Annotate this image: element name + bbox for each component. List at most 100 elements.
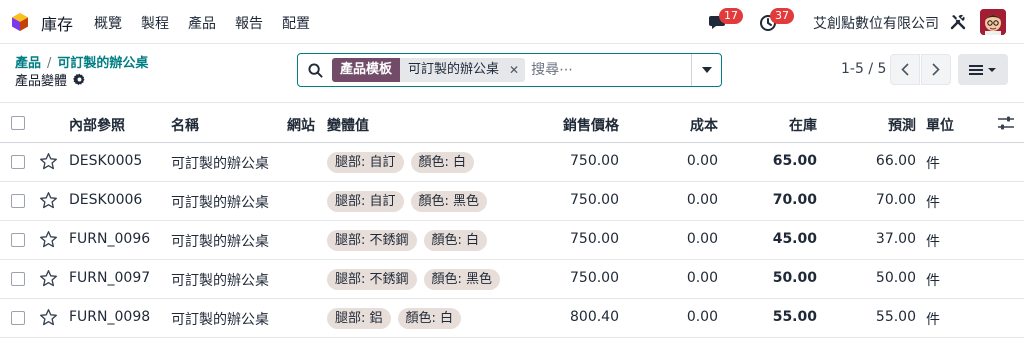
favorite-star-icon[interactable] (39, 269, 58, 288)
app-name[interactable]: 庫存 (41, 11, 73, 35)
row-select-checkbox[interactable] (11, 311, 25, 325)
column-header-on-hand[interactable]: 在庫 (789, 115, 817, 135)
variant-value-tag: 顏色: 白 (423, 230, 488, 251)
activities-count-badge: 37 (770, 8, 794, 24)
cell-internal-ref: DESK0006 (69, 192, 143, 208)
cell-forecast[interactable]: 50.00 (876, 270, 916, 286)
cell-on-hand[interactable]: 50.00 (773, 270, 817, 286)
breadcrumb-current-link[interactable]: 可訂製的辦公桌 (57, 56, 148, 71)
top-navbar: 庫存 概覽 製程 產品 報告 配置 17 37 艾創點數位有限公司 (0, 0, 1024, 44)
variant-values: 腿部: 不銹鋼 顏色: 白 (327, 230, 488, 251)
menu-item-operations[interactable]: 製程 (141, 13, 169, 33)
menu-item-products[interactable]: 產品 (188, 13, 216, 33)
cell-sales-price: 800.40 (570, 309, 619, 325)
product-variant-list: 內部參照 名稱 網站 變體值 銷售價格 成本 在庫 預測 單位 DESK0005… (0, 102, 1024, 338)
cell-cost: 0.00 (686, 192, 718, 208)
cell-sales-price: 750.00 (570, 231, 619, 247)
table-row[interactable]: DESK0006 可訂製的辦公桌 腿部: 自訂 顏色: 黑色 750.00 0.00 70.… (0, 182, 1024, 221)
cell-on-hand[interactable]: 45.00 (773, 231, 817, 247)
page-title-row: 產品變體 (15, 70, 86, 89)
variant-value-tag: 顏色: 黑色 (410, 191, 488, 212)
menu-item-reporting[interactable]: 報告 (235, 13, 263, 33)
cell-uom: 件 (926, 312, 940, 328)
messages-button[interactable]: 17 (708, 8, 743, 33)
column-header-cost[interactable]: 成本 (690, 115, 718, 135)
inventory-logo-icon[interactable] (10, 12, 30, 32)
cell-forecast[interactable]: 66.00 (876, 153, 916, 169)
table-row[interactable]: DESK0005 可訂製的辦公桌 腿部: 自訂 顏色: 白 750.00 0.00 65.0… (0, 143, 1024, 182)
pager-next-button[interactable] (921, 54, 951, 85)
cell-name: 可訂製的辦公桌 (171, 156, 269, 172)
messages-count-badge: 17 (719, 8, 743, 24)
pager-value[interactable]: 1-5 / 5 (841, 61, 886, 77)
cell-forecast[interactable]: 55.00 (876, 309, 916, 325)
menu-item-configuration[interactable]: 配置 (282, 13, 310, 33)
user-avatar[interactable] (980, 9, 1006, 35)
variant-value-tag: 顏色: 白 (397, 308, 462, 329)
cell-sales-price: 750.00 (570, 192, 619, 208)
column-header-forecast[interactable]: 預測 (888, 115, 916, 135)
variant-value-tag: 腿部: 自訂 (327, 191, 404, 212)
cell-forecast[interactable]: 37.00 (876, 231, 916, 247)
cell-name: 可訂製的辦公桌 (171, 273, 269, 289)
cell-forecast[interactable]: 70.00 (876, 192, 916, 208)
variant-values: 腿部: 鋁顏色: 白 (327, 308, 462, 329)
column-header-internal-ref[interactable]: 內部參照 (69, 115, 125, 135)
breadcrumb: 產品 / 可訂製的辦公桌 (15, 52, 148, 71)
column-header-uom[interactable]: 單位 (926, 115, 954, 135)
cell-cost: 0.00 (686, 309, 718, 325)
column-header-website[interactable]: 網站 (287, 115, 315, 135)
chevron-right-icon (932, 63, 940, 76)
page-title: 產品變體 (15, 74, 68, 89)
sliders-icon[interactable] (997, 115, 1015, 131)
row-select-checkbox[interactable] (11, 272, 25, 286)
gear-icon[interactable] (73, 73, 86, 86)
cell-sales-price: 750.00 (570, 153, 619, 169)
variant-values: 腿部: 自訂 顏色: 黑色 (327, 191, 488, 212)
variant-values: 腿部: 自訂 顏色: 白 (327, 152, 475, 173)
table-row[interactable]: FURN_0097 可訂製的辦公桌 腿部: 不銹鋼 顏色: 黑色 750.00 0.00 5… (0, 260, 1024, 299)
favorite-star-icon[interactable] (39, 308, 58, 327)
select-all-checkbox[interactable] (11, 116, 25, 130)
chevron-down-icon (701, 67, 712, 73)
search-facet-label: 產品模板 (332, 58, 401, 82)
cell-on-hand[interactable]: 65.00 (773, 153, 817, 169)
chevron-left-icon (901, 63, 909, 76)
cell-internal-ref: FURN_0098 (69, 309, 151, 325)
table-header: 內部參照 名稱 網站 變體值 銷售價格 成本 在庫 預測 單位 (0, 102, 1024, 143)
cell-cost: 0.00 (686, 270, 718, 286)
breadcrumb-parent-link[interactable]: 產品 (15, 56, 41, 71)
search-options-toggle[interactable] (691, 54, 721, 86)
table-row[interactable]: FURN_0098 可訂製的辦公桌 腿部: 鋁顏色: 白 800.40 0.00 55.0… (0, 299, 1024, 338)
search-facet-value-text: 可訂製的辦公桌 (408, 62, 500, 77)
cell-internal-ref: FURN_0096 (69, 231, 151, 247)
cell-cost: 0.00 (686, 231, 718, 247)
table-row[interactable]: FURN_0096 可訂製的辦公桌 腿部: 不銹鋼 顏色: 白 750.00 0.00 45… (0, 221, 1024, 260)
variant-value-tag: 腿部: 自訂 (327, 152, 404, 173)
tools-icon[interactable] (949, 13, 967, 31)
facet-remove-icon[interactable]: ✕ (509, 58, 519, 82)
favorite-star-icon[interactable] (39, 152, 58, 171)
row-select-checkbox[interactable] (11, 155, 25, 169)
activities-button[interactable]: 37 (759, 8, 794, 33)
search-box: 產品模板 可訂製的辦公桌 ✕ (297, 53, 722, 87)
breadcrumb-separator: / (47, 56, 52, 71)
row-select-checkbox[interactable] (11, 194, 25, 208)
search-icon[interactable] (308, 62, 323, 78)
column-header-sales-price[interactable]: 銷售價格 (563, 115, 619, 135)
cell-uom: 件 (926, 156, 940, 172)
favorite-star-icon[interactable] (39, 191, 58, 210)
column-header-variant-values[interactable]: 變體值 (327, 115, 369, 135)
cell-on-hand[interactable]: 55.00 (773, 309, 817, 325)
company-switcher[interactable]: 艾創點數位有限公司 (813, 13, 939, 33)
column-header-name[interactable]: 名稱 (171, 115, 199, 135)
favorite-star-icon[interactable] (39, 230, 58, 249)
row-select-checkbox[interactable] (11, 233, 25, 247)
view-switcher-button[interactable] (958, 54, 1008, 85)
cell-on-hand[interactable]: 70.00 (773, 192, 817, 208)
variant-value-tag: 腿部: 鋁 (327, 308, 391, 329)
main-menu: 概覽 製程 產品 報告 配置 (94, 13, 329, 33)
search-input[interactable] (531, 62, 682, 78)
menu-item-overview[interactable]: 概覽 (94, 13, 122, 33)
pager-previous-button[interactable] (890, 54, 920, 85)
